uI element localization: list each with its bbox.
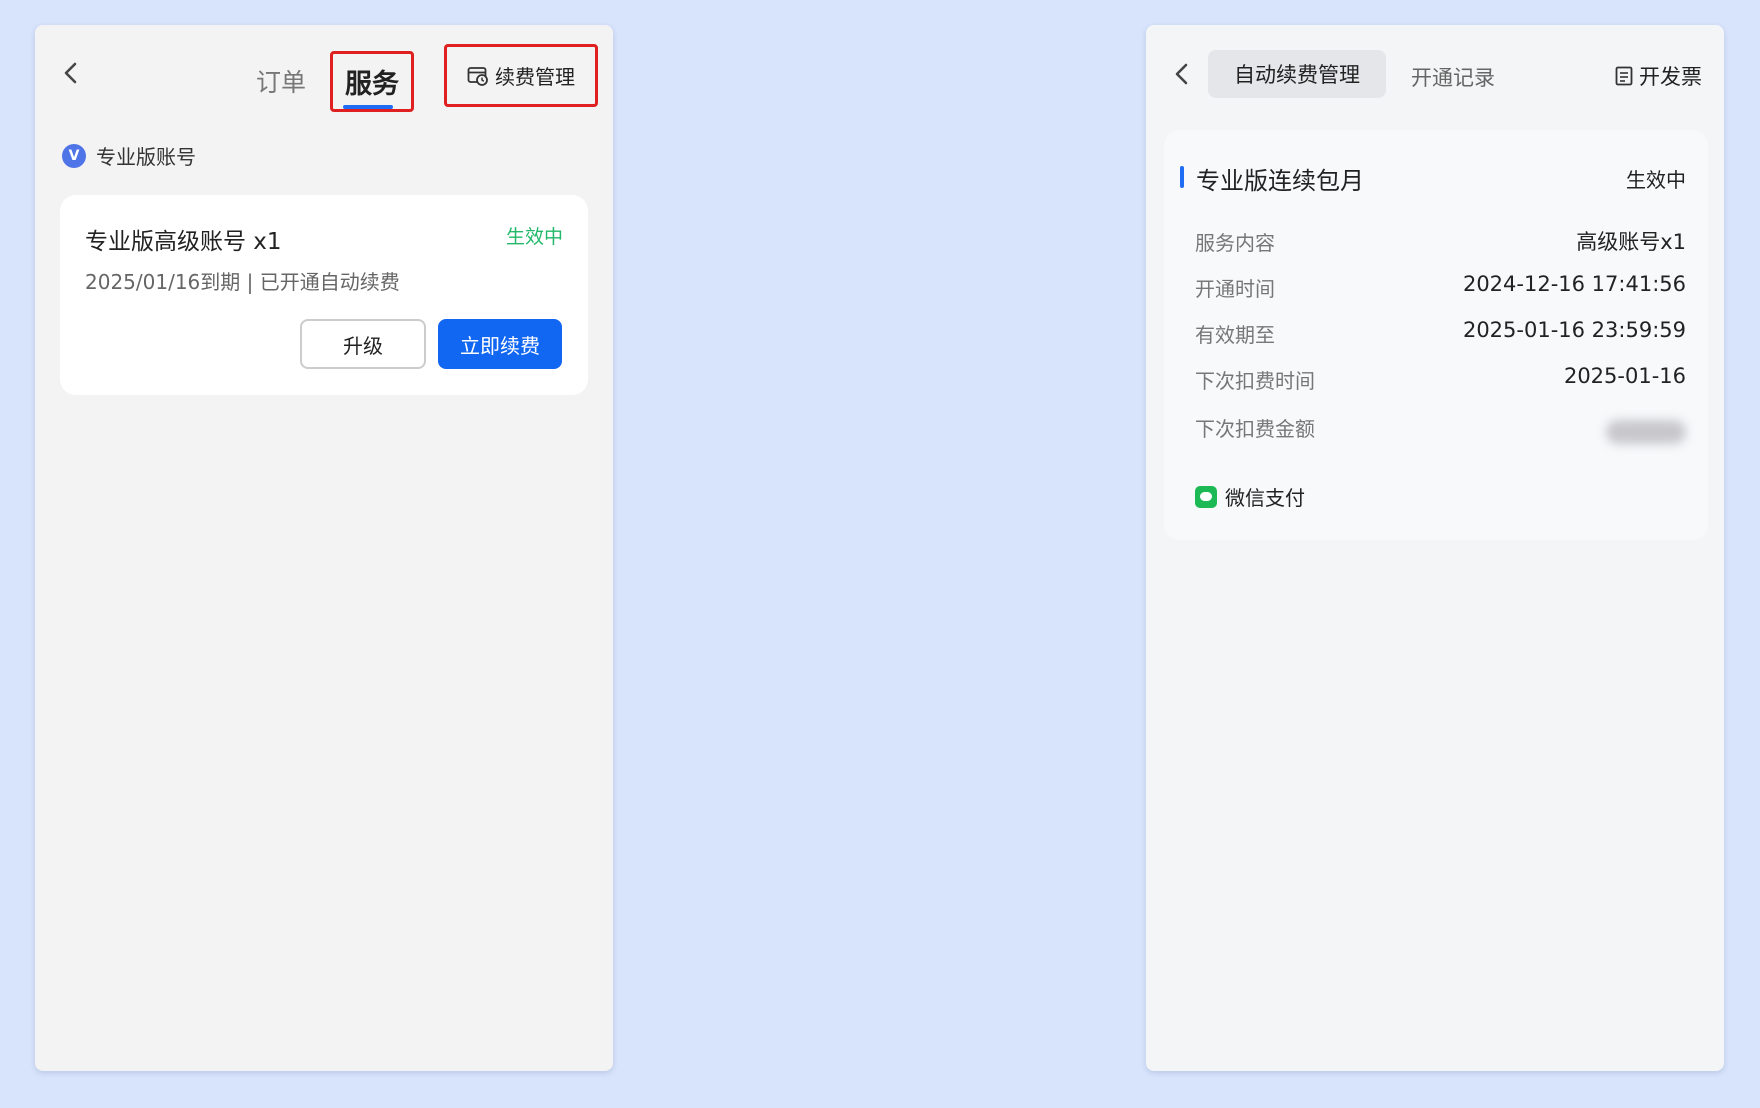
renew-now-button[interactable]: 立即续费 xyxy=(438,319,562,369)
invoice-button[interactable]: 开发票 xyxy=(1615,61,1702,91)
upgrade-button[interactable]: 升级 xyxy=(300,319,426,369)
row-value-service-content: 高级账号x1 xyxy=(1576,230,1686,254)
title-accent-bar xyxy=(1180,166,1184,188)
row-label-next-charge-time: 下次扣费时间 xyxy=(1195,369,1315,393)
tab-service[interactable]: 服务 xyxy=(330,51,414,112)
tab-activation-records[interactable]: 开通记录 xyxy=(1411,62,1495,92)
expiry-info: 2025/01/16到期 | 已开通自动续费 xyxy=(85,270,400,294)
renew-management-button[interactable]: 续费管理 xyxy=(444,44,598,107)
subscription-detail-card: 专业版连续包月 生效中 服务内容 高级账号x1 开通时间 2024-12-16 … xyxy=(1164,130,1708,540)
payment-method: 微信支付 xyxy=(1195,482,1305,511)
row-label-next-charge-amount: 下次扣费金额 xyxy=(1195,417,1315,441)
service-card: 专业版高级账号 x1 生效中 2025/01/16到期 | 已开通自动续费 升级… xyxy=(60,195,588,395)
renew-card-icon xyxy=(467,66,488,86)
pro-account-section: V 专业版账号 xyxy=(62,141,196,170)
row-value-next-charge-amount-redacted xyxy=(1606,420,1686,444)
auto-renew-panel: 自动续费管理 开通记录 开发票 专业版连续包月 生效中 服务内容 高级账号x1 … xyxy=(1146,25,1724,1071)
active-tab-indicator xyxy=(343,105,393,109)
invoice-label: 开发票 xyxy=(1639,65,1702,89)
service-title: 专业版高级账号 x1 xyxy=(85,229,282,255)
back-arrow-icon[interactable] xyxy=(1168,60,1196,88)
status-badge: 生效中 xyxy=(505,226,563,248)
tab-orders[interactable]: 订单 xyxy=(256,63,306,99)
pro-account-heading: 专业版账号 xyxy=(96,145,196,169)
subscription-title: 专业版连续包月 xyxy=(1196,167,1364,195)
tab-auto-renew-management[interactable]: 自动续费管理 xyxy=(1208,50,1386,98)
row-value-valid-until: 2025-01-16 23:59:59 xyxy=(1462,318,1686,342)
row-label-activation-time: 开通时间 xyxy=(1195,277,1275,301)
row-value-next-charge-time: 2025-01-16 xyxy=(1563,364,1686,388)
status-badge: 生效中 xyxy=(1626,168,1686,192)
row-value-activation-time: 2024-12-16 17:41:56 xyxy=(1462,272,1686,296)
service-panel: 订单 服务 续费管理 V 专业版账号 专业版高级账号 x1 生效中 2025/0… xyxy=(35,25,613,1071)
wechat-pay-icon xyxy=(1195,485,1217,508)
renew-management-label: 续费管理 xyxy=(495,65,575,89)
row-label-valid-until: 有效期至 xyxy=(1195,323,1275,347)
invoice-icon xyxy=(1615,66,1633,86)
verified-v-icon: V xyxy=(62,143,86,168)
payment-method-label: 微信支付 xyxy=(1225,486,1305,510)
row-label-service-content: 服务内容 xyxy=(1195,231,1275,255)
back-arrow-icon[interactable] xyxy=(57,59,85,87)
